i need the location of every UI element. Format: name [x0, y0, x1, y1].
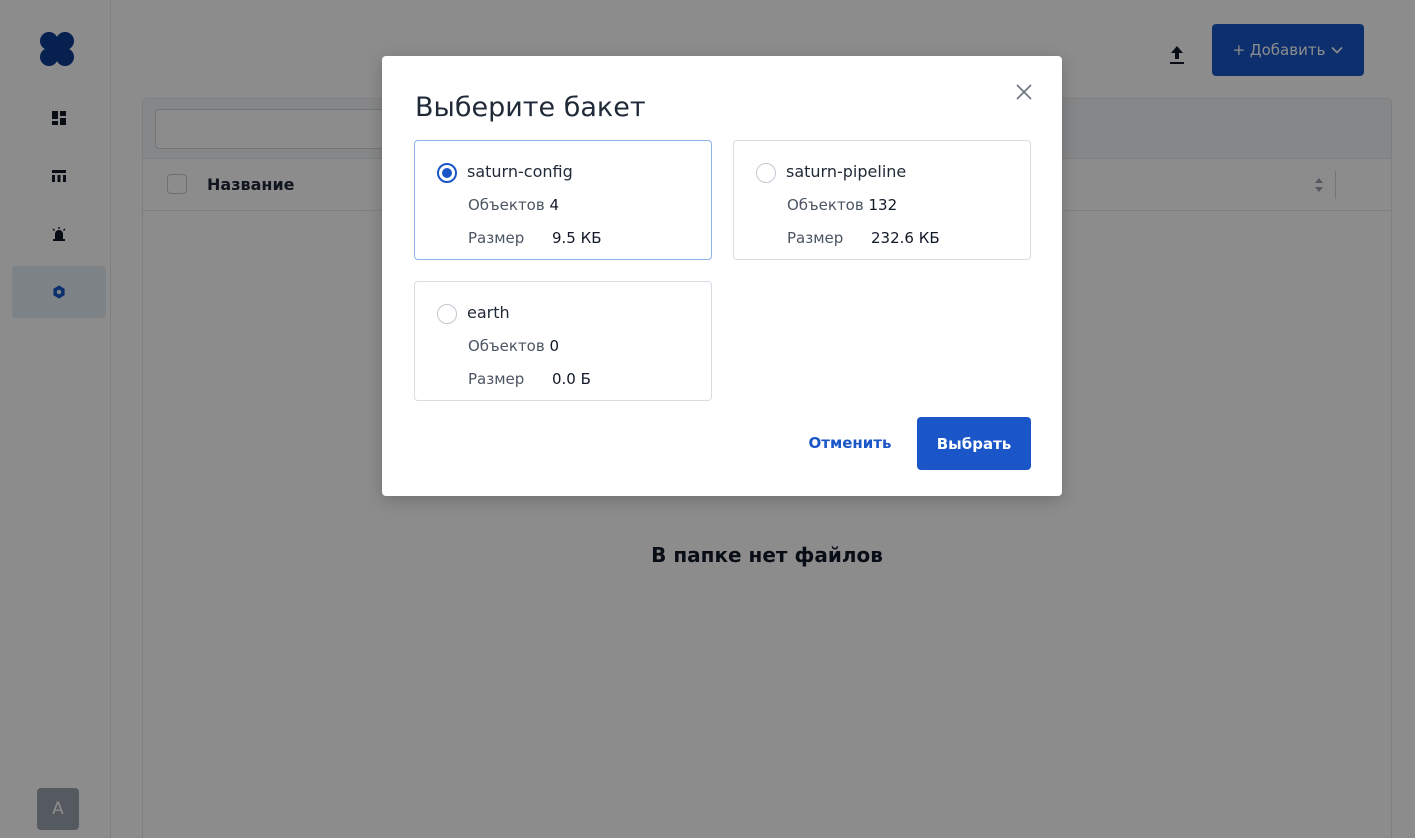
- size-value: 0.0 Б: [552, 370, 591, 388]
- select-button[interactable]: Выбрать: [917, 417, 1031, 470]
- bucket-objects: Объектов 4: [468, 196, 559, 214]
- cancel-button[interactable]: Отменить: [798, 434, 902, 458]
- close-icon[interactable]: [1014, 82, 1034, 102]
- bucket-card-saturn-pipeline[interactable]: saturn-pipeline Объектов 132 Размер 232.6…: [733, 140, 1031, 260]
- bucket-name: earth: [467, 303, 510, 322]
- bucket-radio[interactable]: [437, 304, 457, 324]
- size-label: Размер: [468, 229, 525, 247]
- select-bucket-dialog: Выберите бакет saturn-config Объектов 4 …: [382, 56, 1062, 496]
- bucket-objects: Объектов 132: [787, 196, 897, 214]
- bucket-card-earth[interactable]: earth Объектов 0 Размер 0.0 Б: [414, 281, 712, 401]
- objects-label: Объектов: [787, 196, 864, 214]
- bucket-radio[interactable]: [437, 163, 457, 183]
- size-label: Размер: [468, 370, 525, 388]
- size-label: Размер: [787, 229, 844, 247]
- objects-label: Объектов: [468, 337, 545, 355]
- bucket-size: Размер 232.6 КБ: [787, 229, 940, 247]
- dialog-title: Выберите бакет: [415, 92, 646, 123]
- bucket-size: Размер 0.0 Б: [468, 370, 591, 388]
- bucket-card-saturn-config[interactable]: saturn-config Объектов 4 Размер 9.5 КБ: [414, 140, 712, 260]
- objects-value: 132: [868, 196, 898, 214]
- objects-value: 0: [549, 337, 560, 355]
- bucket-radio[interactable]: [756, 163, 776, 183]
- size-value: 9.5 КБ: [552, 229, 602, 247]
- objects-value: 4: [549, 196, 560, 214]
- objects-label: Объектов: [468, 196, 545, 214]
- bucket-objects: Объектов 0: [468, 337, 559, 355]
- size-value: 232.6 КБ: [871, 229, 940, 247]
- bucket-name: saturn-config: [467, 162, 573, 181]
- bucket-name: saturn-pipeline: [786, 162, 907, 181]
- bucket-size: Размер 9.5 КБ: [468, 229, 602, 247]
